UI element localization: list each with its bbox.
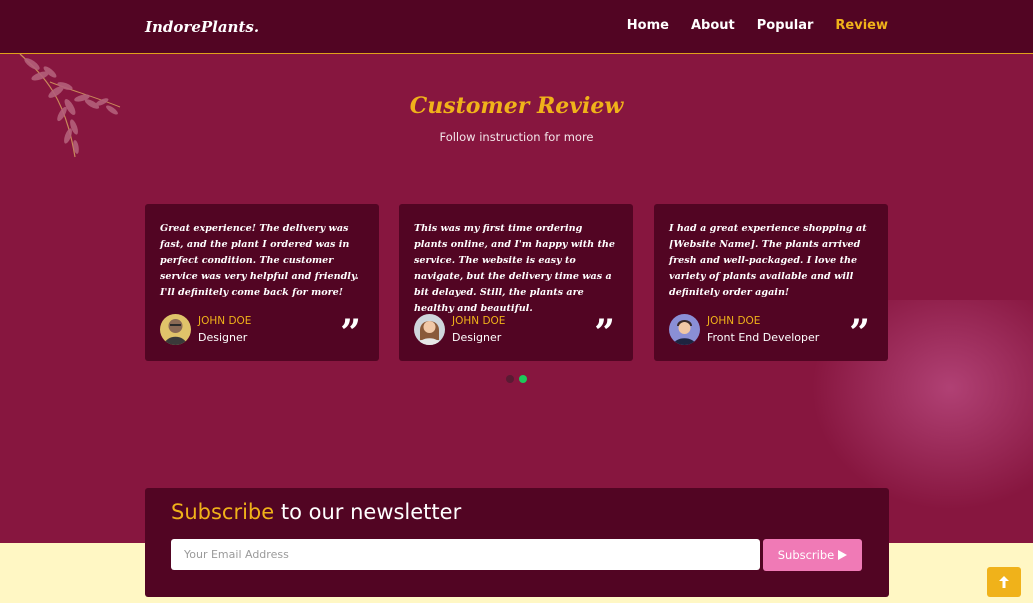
arrow-up-icon [999,576,1009,588]
email-input[interactable] [171,539,760,570]
review-card: Great experience! The delivery was fast,… [145,204,379,361]
carousel-pagination [506,375,527,383]
navbar: IndorePlants. Home About Popular Review [0,0,1033,54]
section-subtitle: Follow instruction for more [439,130,594,144]
quote-icon: ” [340,312,361,354]
subscribe-label: Subscribe [777,548,835,562]
nav-link-about[interactable]: About [691,18,735,33]
subscribe-button[interactable]: Subscribe [763,539,862,571]
carousel-dot-2[interactable] [519,375,527,383]
avatar [160,314,191,345]
logo[interactable]: IndorePlants. [145,18,259,36]
author-role: Designer [198,331,248,344]
review-card: This was my first time ordering plants o… [399,204,633,361]
review-text: Great experience! The delivery was fast,… [160,223,359,298]
newsletter-panel: Subscribe to our newsletter Subscribe [145,488,889,597]
author-name: JOHN DOE [198,315,252,327]
newsletter-title: Subscribe to our newsletter [171,500,461,524]
nav-link-home[interactable]: Home [627,18,669,33]
author-role: Designer [452,331,502,344]
nav-link-review[interactable]: Review [835,18,888,33]
author-name: JOHN DOE [452,315,506,327]
newsletter-title-rest: to our newsletter [274,500,462,524]
review-card: I had a great experience shopping at [We… [654,204,888,361]
avatar [669,314,700,345]
section-title: Customer Review [409,93,624,119]
author-role: Front End Developer [707,331,820,344]
quote-icon: ” [849,312,870,354]
review-text: I had a great experience shopping at [We… [669,223,867,298]
play-icon [838,550,848,560]
author-name: JOHN DOE [707,315,761,327]
newsletter-title-accent: Subscribe [171,500,275,524]
avatar [414,314,445,345]
review-text: This was my first time ordering plants o… [414,223,615,314]
quote-icon: ” [594,312,615,354]
carousel-dot-1[interactable] [506,375,514,383]
scroll-to-top-button[interactable] [987,567,1021,597]
nav-links: Home About Popular Review [627,18,888,33]
nav-link-popular[interactable]: Popular [757,18,814,33]
